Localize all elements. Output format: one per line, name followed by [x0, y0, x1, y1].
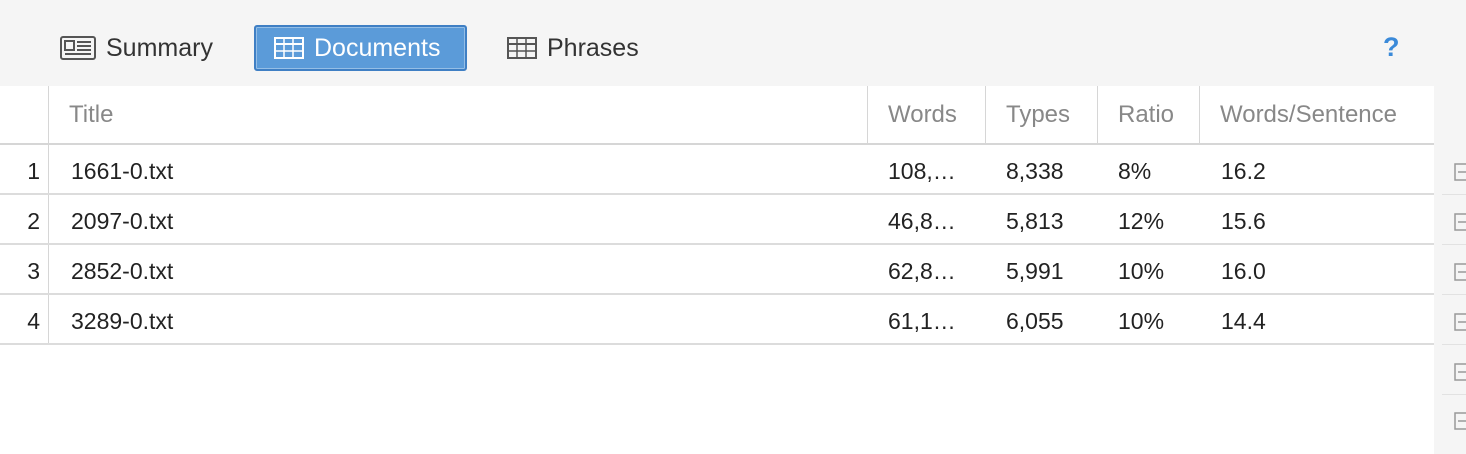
row-number: 2 — [27, 208, 40, 234]
cell-words: 62,8… — [888, 258, 956, 284]
cell-words: 61,1… — [888, 308, 956, 334]
row-expander-gutter — [1434, 86, 1466, 454]
cell-words-per-sentence: 16.2 — [1221, 158, 1266, 184]
cell-ratio: 12% — [1118, 208, 1165, 234]
tab-phrases-label: Phrases — [547, 33, 639, 62]
gutter-divider — [1442, 294, 1466, 295]
row-number-divider — [48, 295, 49, 343]
cell-title: 1661-0.txt — [71, 158, 174, 184]
table-grid-icon — [507, 37, 537, 59]
documents-table: Title Words Types Ratio Words/Sentence 1… — [0, 86, 1434, 454]
expand-row-icon[interactable] — [1454, 263, 1466, 281]
table-row[interactable]: 1 1661-0.txt 108,… 8,338 8% 16.2 — [0, 145, 1434, 195]
cell-types: 6,055 — [1006, 308, 1064, 334]
help-button[interactable]: ? — [1383, 32, 1400, 63]
row-number-divider — [48, 145, 49, 193]
cell-ratio: 10% — [1118, 258, 1165, 284]
column-header-ratio[interactable]: Ratio — [1098, 86, 1199, 143]
tab-documents-label: Documents — [314, 33, 441, 62]
expand-row-icon[interactable] — [1454, 363, 1466, 381]
cell-title: 2852-0.txt — [71, 258, 174, 284]
column-header-words[interactable]: Words — [868, 86, 985, 143]
cell-types: 8,338 — [1006, 158, 1064, 184]
table-header: Title Words Types Ratio Words/Sentence — [0, 86, 1434, 145]
tab-documents[interactable]: Documents — [254, 25, 467, 71]
row-number-divider — [48, 245, 49, 293]
cell-words-per-sentence: 15.6 — [1221, 208, 1266, 234]
cell-types: 5,813 — [1006, 208, 1064, 234]
expand-row-icon[interactable] — [1454, 412, 1466, 430]
column-header-words-per-sentence[interactable]: Words/Sentence — [1200, 86, 1434, 143]
row-number: 1 — [27, 158, 40, 184]
cell-title: 3289-0.txt — [71, 308, 174, 334]
cell-ratio: 10% — [1118, 308, 1165, 334]
newspaper-icon — [60, 36, 96, 60]
cell-words-per-sentence: 14.4 — [1221, 308, 1266, 334]
cell-words: 46,8… — [888, 208, 956, 234]
cell-words-per-sentence: 16.0 — [1221, 258, 1266, 284]
cell-types: 5,991 — [1006, 258, 1064, 284]
column-header-title[interactable]: Title — [49, 86, 867, 143]
gutter-divider — [1442, 394, 1466, 395]
toolbar: Summary Documents Phrases ? — [0, 0, 1466, 86]
cell-ratio: 8% — [1118, 158, 1152, 184]
table-grid-icon — [274, 37, 304, 59]
expand-row-icon[interactable] — [1454, 163, 1466, 181]
tab-phrases[interactable]: Phrases — [507, 25, 639, 71]
row-number: 4 — [27, 308, 40, 334]
tab-summary-label: Summary — [106, 33, 213, 62]
tab-summary[interactable]: Summary — [60, 25, 213, 71]
row-number: 3 — [27, 258, 40, 284]
row-number-divider — [48, 195, 49, 243]
gutter-divider — [1442, 194, 1466, 195]
expand-row-icon[interactable] — [1454, 313, 1466, 331]
cell-words: 108,… — [888, 158, 956, 184]
gutter-divider — [1442, 344, 1466, 345]
table-row[interactable]: 3 2852-0.txt 62,8… 5,991 10% 16.0 — [0, 245, 1434, 295]
expand-row-icon[interactable] — [1454, 213, 1466, 231]
table-row[interactable]: 4 3289-0.txt 61,1… 6,055 10% 14.4 — [0, 295, 1434, 345]
gutter-divider — [1442, 244, 1466, 245]
cell-title: 2097-0.txt — [71, 208, 174, 234]
table-row[interactable]: 2 2097-0.txt 46,8… 5,813 12% 15.6 — [0, 195, 1434, 245]
column-header-types[interactable]: Types — [986, 86, 1097, 143]
